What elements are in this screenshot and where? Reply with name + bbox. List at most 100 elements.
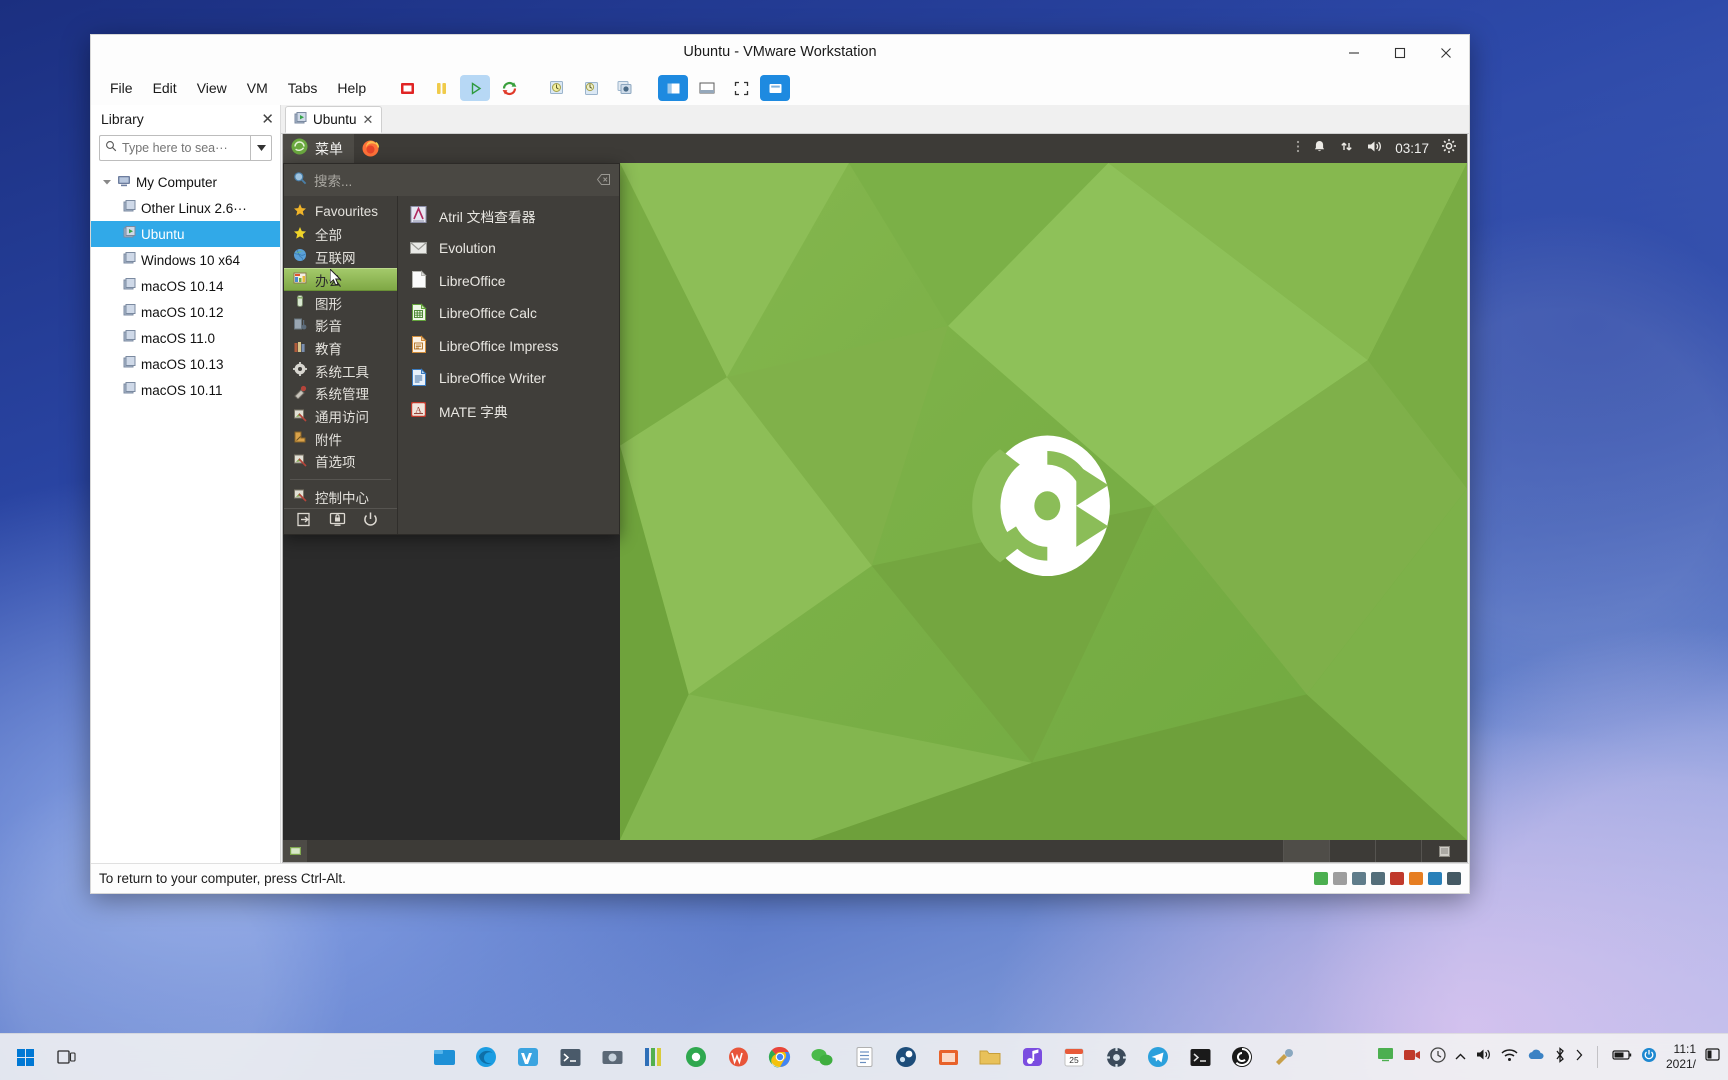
category-multimedia[interactable]: 影音 [284,314,397,337]
tools-icon[interactable] [1265,1038,1303,1076]
workspace-3[interactable] [1375,840,1421,862]
volume-icon[interactable] [1366,139,1383,159]
settings-icon[interactable] [1097,1038,1135,1076]
play-icon[interactable] [460,75,490,101]
music-icon[interactable] [1013,1038,1051,1076]
category-administration[interactable]: 系统管理 [284,382,397,405]
folder-icon[interactable] [971,1038,1009,1076]
app-libreoffice-calc[interactable]: LibreOffice Calc [398,298,619,331]
display-status-icon[interactable] [1447,872,1461,885]
app-atril[interactable]: Atril 文档查看器 [398,200,619,233]
snapshot-take-icon[interactable] [542,75,572,101]
snapshot-manager-icon[interactable] [610,75,640,101]
notification-center-icon[interactable] [1705,1047,1720,1067]
tree-item-windows-10[interactable]: Windows 10 x64 [91,247,280,273]
usb-status-icon[interactable] [1371,872,1385,885]
bluetooth-icon[interactable] [1554,1047,1566,1068]
category-education[interactable]: 教育 [284,337,397,360]
tab-ubuntu[interactable]: Ubuntu ✕ [285,106,382,133]
chrome-green-icon[interactable] [677,1038,715,1076]
show-library-icon[interactable] [658,75,688,101]
minimize-button[interactable] [1331,35,1377,71]
power-off-icon[interactable] [392,75,422,101]
settings-gear-icon[interactable] [1441,138,1457,159]
files-orange-icon[interactable] [929,1038,967,1076]
fullscreen-icon[interactable] [726,75,756,101]
show-thumbnails-icon[interactable] [692,75,722,101]
maximize-button[interactable] [1377,35,1423,71]
library-search-dropdown[interactable] [250,135,272,161]
category-control-center[interactable]: 控制中心 [284,486,397,509]
workspace-4[interactable] [1421,840,1467,862]
category-accessories[interactable]: 附件 [284,427,397,450]
console-icon[interactable] [1181,1038,1219,1076]
disk-status-icon[interactable] [1333,872,1347,885]
chevron-right-icon[interactable] [1575,1048,1583,1066]
bars-icon[interactable] [635,1038,673,1076]
tree-item-ubuntu[interactable]: Ubuntu [91,221,280,247]
screen-icon[interactable] [1377,1047,1394,1067]
start-icon[interactable] [6,1038,44,1076]
wifi-icon[interactable] [1501,1048,1518,1067]
snapshot-revert-icon[interactable] [576,75,606,101]
menu-view[interactable]: View [188,77,236,99]
chevron-down-icon[interactable] [101,179,112,185]
taskview-icon[interactable] [47,1038,85,1076]
show-desktop-icon[interactable] [283,840,307,862]
guest-screen[interactable]: 菜单 [282,134,1468,863]
workspace-1[interactable] [1283,840,1329,862]
tree-item-macos-110[interactable]: macOS 11.0 [91,325,280,351]
camera-status-icon[interactable] [1428,872,1442,885]
notepad-icon[interactable] [845,1038,883,1076]
app-libreoffice-impress[interactable]: LibreOffice Impress [398,330,619,363]
mate-menu-search[interactable]: 搜索... [284,164,619,196]
category-all[interactable]: 全部 [284,223,397,246]
notification-bell-icon[interactable] [1312,139,1327,159]
app-evolution[interactable]: Evolution [398,233,619,266]
explorer-icon[interactable] [425,1038,463,1076]
menu-edit[interactable]: Edit [144,77,186,99]
shutdown-icon[interactable] [362,511,379,533]
chrome-icon[interactable] [761,1038,799,1076]
vmware-icon[interactable] [509,1038,547,1076]
mate-clock[interactable]: 03:17 [1395,141,1429,156]
spiral-icon[interactable] [1223,1038,1261,1076]
category-internet[interactable]: 互联网 [284,245,397,268]
app-libreoffice[interactable]: LibreOffice [398,265,619,298]
edge-icon[interactable] [467,1038,505,1076]
tree-item-macos-1011[interactable]: macOS 10.11 [91,377,280,403]
menu-vm[interactable]: VM [238,77,277,99]
terminal-icon[interactable] [551,1038,589,1076]
menu-help[interactable]: Help [328,77,375,99]
category-accessibility[interactable]: 通用访问 [284,405,397,428]
unity-mode-icon[interactable] [760,75,790,101]
firefox-launcher-icon[interactable] [354,139,387,158]
sound-status-icon[interactable] [1409,872,1423,885]
workspace-2[interactable] [1329,840,1375,862]
tree-item-other-linux[interactable]: Other Linux 2.6··· [91,195,280,221]
steam-icon[interactable] [887,1038,925,1076]
library-close-icon[interactable]: ✕ [261,110,274,128]
printer-status-icon[interactable] [1390,872,1404,885]
mate-menu-button[interactable]: 菜单 [283,134,354,163]
tab-close-icon[interactable]: ✕ [363,112,374,128]
cloud-icon[interactable] [1527,1048,1545,1066]
chevron-up-icon[interactable] [1455,1048,1466,1066]
camera-icon[interactable] [593,1038,631,1076]
cd-status-icon[interactable] [1352,872,1366,885]
clock-tray-icon[interactable] [1430,1047,1446,1068]
category-favourites[interactable]: Favourites [284,200,397,223]
lock-screen-icon[interactable] [329,511,346,533]
clear-search-icon[interactable] [597,173,610,188]
menu-tabs[interactable]: Tabs [279,77,327,99]
power-tray-icon[interactable] [1641,1047,1657,1068]
taskbar-clock[interactable]: 11:1 2021/ [1666,1042,1696,1072]
logout-icon[interactable] [296,511,313,533]
library-search-box[interactable] [99,135,250,161]
battery-icon[interactable] [1612,1048,1632,1066]
menu-file[interactable]: File [101,77,142,99]
category-office[interactable]: 办公 [284,268,397,291]
category-graphics[interactable]: 图形 [284,291,397,314]
suspend-icon[interactable] [426,75,456,101]
library-search-input[interactable] [122,141,245,155]
